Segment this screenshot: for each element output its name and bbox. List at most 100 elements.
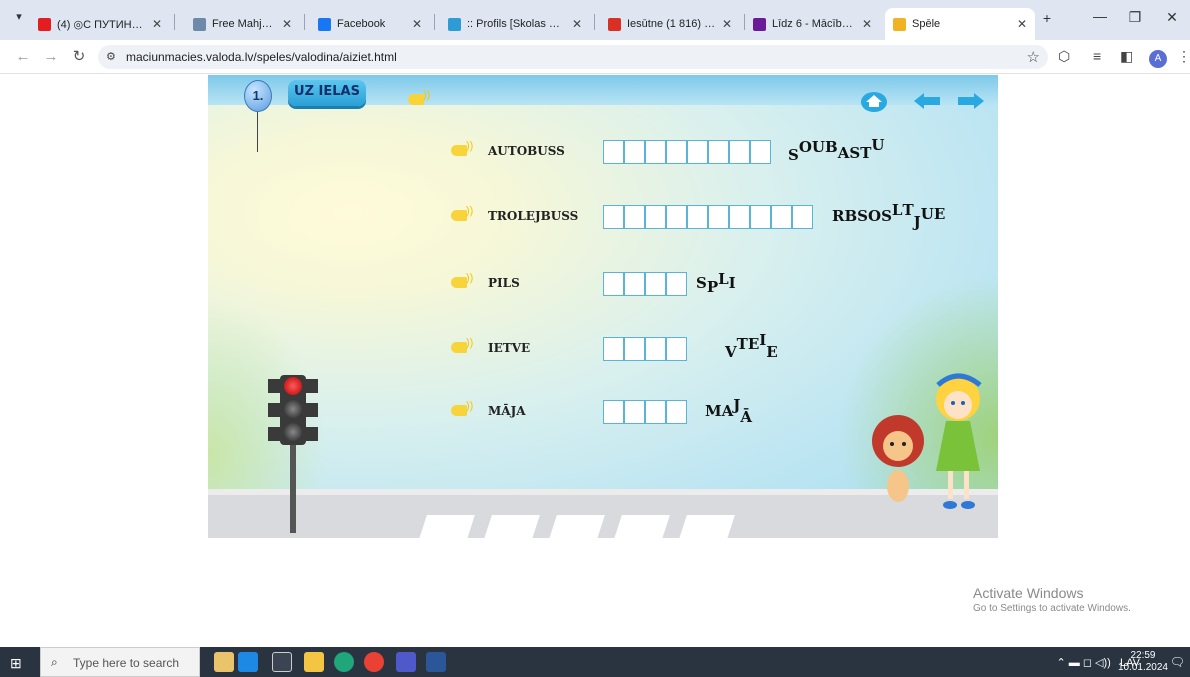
draggable-letter[interactable]: E xyxy=(766,343,777,361)
letter-drop-box[interactable] xyxy=(729,205,750,229)
browser-tab[interactable]: Spēle ✕ xyxy=(885,8,1035,40)
draggable-letter[interactable]: A xyxy=(722,402,734,420)
letter-drop-box[interactable] xyxy=(708,205,729,229)
draggable-letter[interactable]: B xyxy=(844,207,857,225)
word-speaker-icon[interactable]: )) xyxy=(451,400,475,418)
draggable-letter[interactable]: T xyxy=(902,201,913,219)
windows-start-icon[interactable]: ⊞ xyxy=(10,655,22,672)
reload-icon[interactable]: ↻ xyxy=(68,46,90,68)
letter-drop-box[interactable] xyxy=(771,205,792,229)
side-panel-icon[interactable]: ◧ xyxy=(1120,48,1133,65)
draggable-letter[interactable]: L xyxy=(892,201,903,219)
file-explorer-icon[interactable] xyxy=(304,652,324,672)
draggable-letter[interactable]: R xyxy=(832,207,844,225)
letter-drop-box[interactable] xyxy=(750,205,771,229)
letter-drop-box[interactable] xyxy=(666,337,687,361)
browser-tab[interactable]: Iesūtne (1 816) - ais ✕ xyxy=(600,8,740,40)
task-view-icon[interactable] xyxy=(272,652,292,672)
browser-tab[interactable]: (4) ◎С ПУТИНЫМ ✕ xyxy=(30,8,170,40)
letter-drop-box[interactable] xyxy=(729,140,750,164)
menu-dots-icon[interactable]: ⋮ xyxy=(1177,48,1190,65)
draggable-letter[interactable]: U xyxy=(921,205,934,223)
bookmark-star-icon[interactable]: ☆ xyxy=(1027,48,1040,66)
letter-drop-box[interactable] xyxy=(645,400,666,424)
tab-close-icon[interactable]: ✕ xyxy=(412,17,422,31)
draggable-letter[interactable]: B xyxy=(825,138,838,156)
site-info-icon[interactable]: ⚙ xyxy=(106,50,120,64)
letter-drop-box[interactable] xyxy=(708,140,729,164)
letter-drop-box[interactable] xyxy=(603,400,624,424)
draggable-letter[interactable]: E xyxy=(934,205,945,223)
draggable-letter[interactable]: J xyxy=(914,213,921,231)
draggable-letter[interactable]: L xyxy=(718,270,729,288)
draggable-letter[interactable]: O xyxy=(799,138,812,156)
widget-app-icon[interactable] xyxy=(214,652,234,672)
tab-close-icon[interactable]: ✕ xyxy=(282,17,292,31)
draggable-letter[interactable]: P xyxy=(707,278,718,296)
next-arrow-icon[interactable] xyxy=(958,93,984,109)
letter-drop-box[interactable] xyxy=(645,272,666,296)
word-speaker-icon[interactable]: )) xyxy=(451,205,475,223)
notifications-icon[interactable]: 🗨 xyxy=(1170,655,1185,669)
letter-drop-box[interactable] xyxy=(624,337,645,361)
draggable-letter[interactable]: V xyxy=(725,343,737,361)
draggable-letter[interactable]: S xyxy=(881,207,892,225)
draggable-letter[interactable]: T xyxy=(860,144,871,162)
letter-drop-box[interactable] xyxy=(666,140,687,164)
draggable-letter[interactable]: S xyxy=(696,274,707,292)
forward-arrow-icon[interactable]: → xyxy=(40,46,62,68)
people-app-icon[interactable] xyxy=(238,652,258,672)
letter-drop-box[interactable] xyxy=(645,140,666,164)
draggable-letter[interactable]: S xyxy=(849,144,860,162)
chrome-browser-icon[interactable] xyxy=(364,652,384,672)
close-window-button[interactable]: ✕ xyxy=(1157,9,1187,26)
browser-tab[interactable]: Līdz 6 - Mācību mat ✕ xyxy=(745,8,880,40)
tab-close-icon[interactable]: ✕ xyxy=(152,17,162,31)
draggable-letter[interactable]: U xyxy=(812,138,825,156)
letter-drop-box[interactable] xyxy=(603,272,624,296)
letter-drop-box[interactable] xyxy=(645,337,666,361)
title-speaker-icon[interactable]: )) xyxy=(408,89,432,107)
browser-tab[interactable]: Facebook ✕ xyxy=(310,8,430,40)
letter-drop-box[interactable] xyxy=(645,205,666,229)
letter-drop-box[interactable] xyxy=(603,337,624,361)
letter-drop-box[interactable] xyxy=(624,205,645,229)
back-arrow-icon[interactable]: ← xyxy=(12,46,34,68)
letter-drop-box[interactable] xyxy=(624,140,645,164)
letter-drop-box[interactable] xyxy=(624,400,645,424)
draggable-letter[interactable]: I xyxy=(759,331,766,349)
draggable-letter[interactable]: E xyxy=(748,335,759,353)
letter-drop-box[interactable] xyxy=(603,140,624,164)
address-bar[interactable]: ⚙ maciunmacies.valoda.lv/speles/valodina… xyxy=(98,45,1048,69)
draggable-letter[interactable]: S xyxy=(857,207,868,225)
edge-browser-icon[interactable] xyxy=(334,652,354,672)
taskbar-clock[interactable]: 22:59 10.01.2024 xyxy=(1118,650,1168,674)
word-speaker-icon[interactable]: )) xyxy=(451,272,475,290)
letter-drop-box[interactable] xyxy=(666,205,687,229)
tab-close-icon[interactable]: ✕ xyxy=(862,17,872,31)
letter-drop-box[interactable] xyxy=(792,205,813,229)
draggable-letter[interactable]: I xyxy=(729,274,736,292)
tab-close-icon[interactable]: ✕ xyxy=(1017,17,1027,31)
home-icon[interactable] xyxy=(860,89,888,113)
letter-drop-box[interactable] xyxy=(603,205,624,229)
draggable-letter[interactable]: T xyxy=(737,335,748,353)
minimize-button[interactable]: — xyxy=(1085,8,1115,24)
letter-drop-box[interactable] xyxy=(687,140,708,164)
letter-drop-box[interactable] xyxy=(666,272,687,296)
letter-drop-box[interactable] xyxy=(624,272,645,296)
tab-close-icon[interactable]: ✕ xyxy=(722,17,732,31)
draggable-letter[interactable]: Ā xyxy=(740,408,752,426)
profile-avatar[interactable]: A xyxy=(1149,50,1167,68)
draggable-letter[interactable]: M xyxy=(705,402,722,420)
letter-drop-box[interactable] xyxy=(687,205,708,229)
draggable-letter[interactable]: O xyxy=(868,207,881,225)
new-tab-button[interactable]: + xyxy=(1032,10,1062,26)
tray-icons[interactable]: ⌃ ▬ ◻ ◁)) xyxy=(1057,657,1117,669)
taskbar-search[interactable]: ⌕ Type here to search xyxy=(40,647,200,677)
draggable-letter[interactable]: U xyxy=(871,136,884,154)
address-url[interactable]: maciunmacies.valoda.lv/speles/valodina/a… xyxy=(126,50,397,64)
letter-drop-box[interactable] xyxy=(750,140,771,164)
browser-tab[interactable]: :: Profils [Skolas adm ✕ xyxy=(440,8,590,40)
browser-tab[interactable]: Free Mahjong ✕ xyxy=(185,8,300,40)
